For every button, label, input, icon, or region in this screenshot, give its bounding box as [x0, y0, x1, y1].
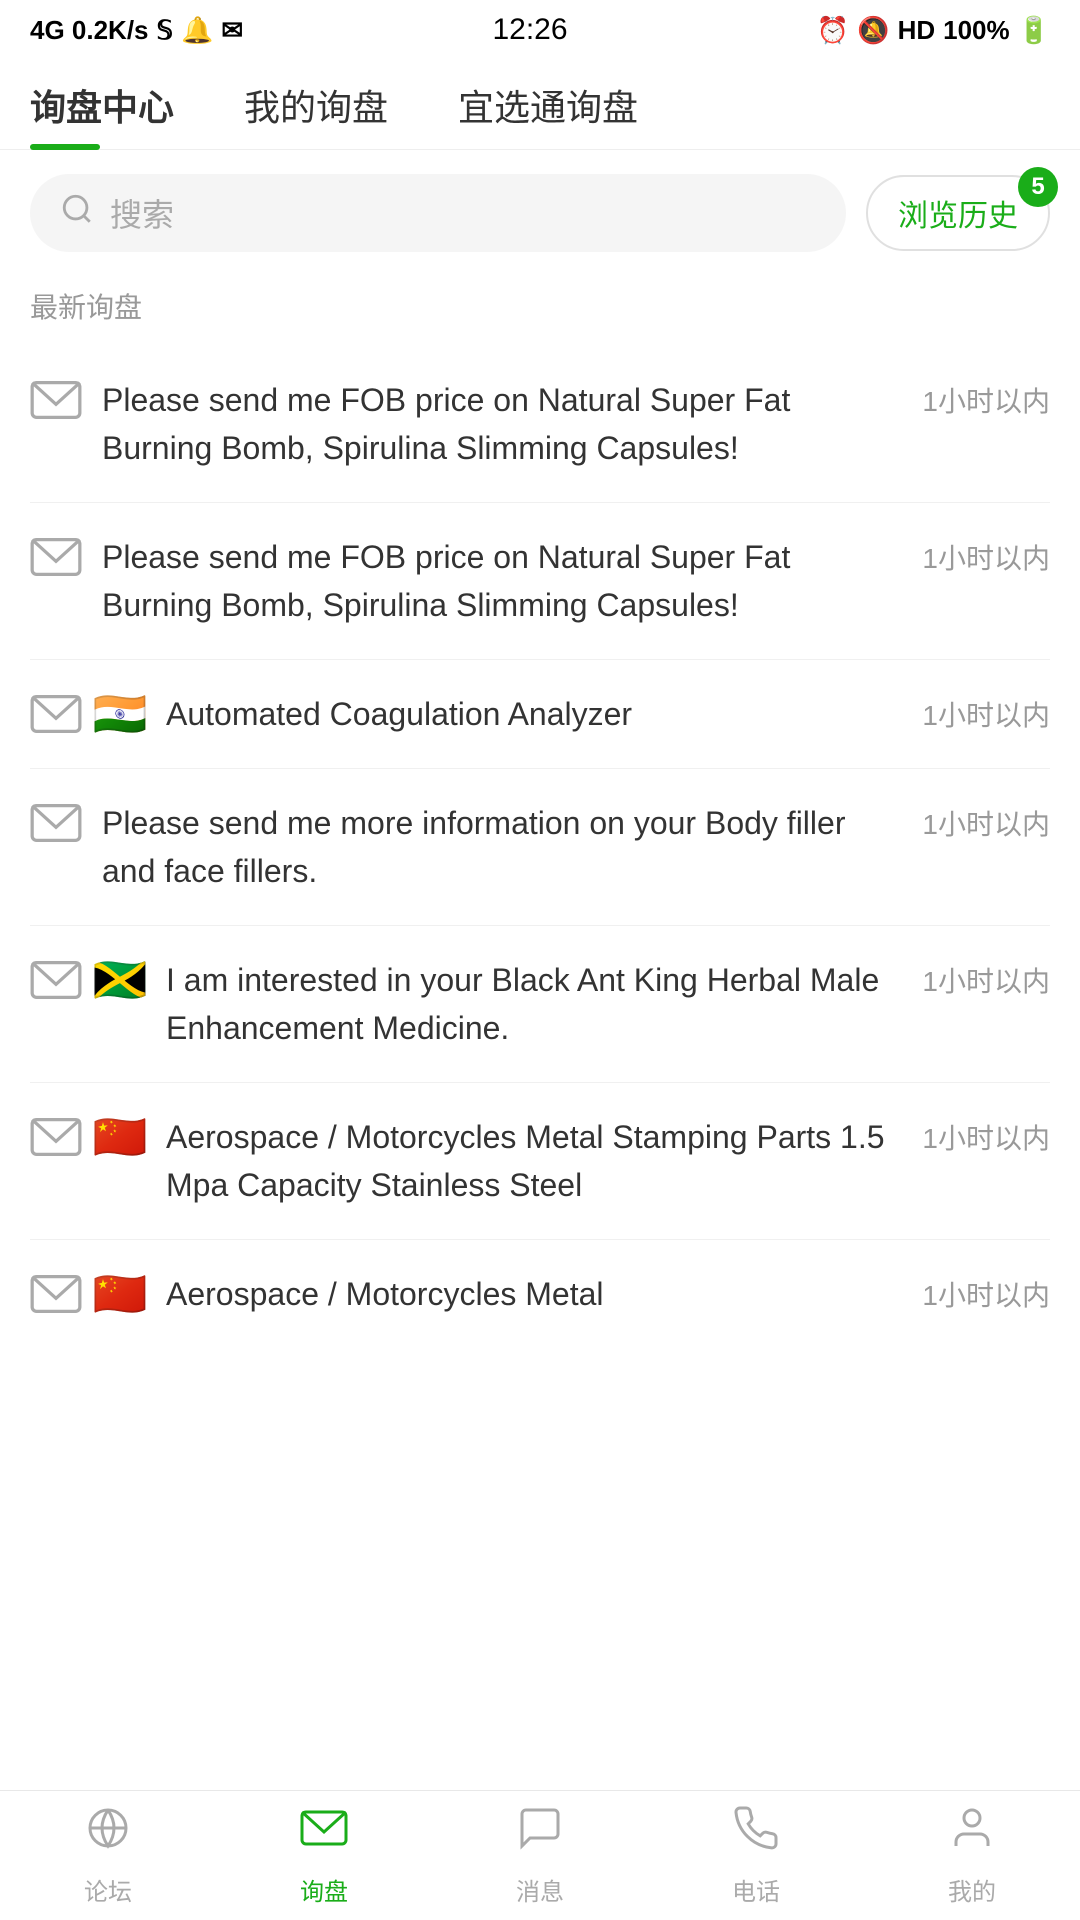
inquiry-item[interactable]: 🇮🇳 Automated Coagulation Analyzer 1小时以内: [30, 660, 1050, 769]
inquiry-content: Please send me more information on your …: [102, 799, 902, 895]
inquiry-content: Please send me FOB price on Natural Supe…: [102, 533, 902, 629]
status-right: ⏰ 🔕 HD 100% 🔋: [817, 15, 1050, 46]
icon-area: [30, 533, 82, 577]
battery-text: 100%: [943, 15, 1010, 46]
inquiry-text: Aerospace / Motorcycles Metal Stamping P…: [166, 1113, 902, 1209]
bottom-nav: 论坛 询盘 消息 电话 我的: [0, 1790, 1080, 1920]
icon-area: 🇨🇳: [30, 1270, 146, 1314]
tab-selected-inquiry[interactable]: 宜选通询盘: [458, 60, 668, 150]
inquiry-item[interactable]: 🇯🇲 I am interested in your Black Ant King…: [30, 926, 1050, 1083]
nav-label: 论坛: [84, 1872, 132, 1907]
mail-icon: [30, 694, 82, 734]
inquiry-time: 1小时以内: [922, 1113, 1050, 1157]
inquiry-item[interactable]: Please send me more information on your …: [30, 769, 1050, 926]
msg-icon: ✉: [221, 15, 243, 46]
inquiry-content: Automated Coagulation Analyzer: [166, 690, 902, 738]
search-area: 搜索 浏览历史 5: [0, 150, 1080, 276]
status-left: 4G 0.2K/s 𝕊 🔔 ✉: [30, 15, 243, 46]
inquiry-item[interactable]: Please send me FOB price on Natural Supe…: [30, 346, 1050, 503]
status-bar: 4G 0.2K/s 𝕊 🔔 ✉ 12:26 ⏰ 🔕 HD 100% 🔋: [0, 0, 1080, 60]
tab-inquiry-center[interactable]: 询盘中心: [30, 60, 204, 150]
hd-text: HD: [898, 15, 936, 46]
inquiry-content: Aerospace / Motorcycles Metal Stamping P…: [166, 1113, 902, 1209]
history-badge: 5: [1018, 167, 1058, 207]
inquiry-item[interactable]: Please send me FOB price on Natural Supe…: [30, 503, 1050, 660]
icon-area: 🇨🇳: [30, 1113, 146, 1157]
status-time: 12:26: [492, 13, 567, 47]
nav-label: 我的: [948, 1872, 996, 1907]
nav-item-询盘[interactable]: 询盘: [216, 1791, 432, 1920]
nav-item-我的[interactable]: 我的: [864, 1791, 1080, 1920]
signal-text: 4G 0.2K/s: [30, 15, 149, 46]
inquiry-time: 1小时以内: [922, 376, 1050, 420]
inquiry-time: 1小时以内: [922, 690, 1050, 734]
inquiry-time: 1小时以内: [922, 799, 1050, 843]
inquiry-item[interactable]: 🇨🇳 Aerospace / Motorcycles Metal Stamping…: [30, 1083, 1050, 1240]
mail-icon: [30, 1274, 82, 1314]
search-placeholder: 搜索: [110, 190, 174, 236]
nav-label: 消息: [516, 1872, 564, 1907]
inquiry-text: Please send me FOB price on Natural Supe…: [102, 533, 902, 629]
chat-icon: [516, 1804, 564, 1864]
inquiry-time: 1小时以内: [922, 533, 1050, 577]
search-icon: [60, 192, 94, 235]
search-box[interactable]: 搜索: [30, 174, 846, 252]
inquiry-content: Aerospace / Motorcycles Metal: [166, 1270, 902, 1318]
flag-icon: 🇨🇳: [94, 1274, 146, 1314]
user-icon: [948, 1804, 996, 1864]
mail-icon: [30, 537, 82, 577]
nav-item-论坛[interactable]: 论坛: [0, 1791, 216, 1920]
flag-icon: 🇨🇳: [94, 1117, 146, 1157]
inquiry-item[interactable]: 🇨🇳 Aerospace / Motorcycles Metal 1小时以内: [30, 1240, 1050, 1348]
tab-bar: 询盘中心 我的询盘 宜选通询盘: [0, 60, 1080, 150]
flag-icon: 🇯🇲: [94, 960, 146, 1000]
tab-my-inquiry[interactable]: 我的询盘: [244, 60, 418, 150]
content-area: Please send me FOB price on Natural Supe…: [0, 346, 1080, 1488]
battery-icon: 🔋: [1018, 15, 1050, 46]
inquiry-content: I am interested in your Black Ant King H…: [166, 956, 902, 1052]
mail-icon: [30, 803, 82, 843]
nav-label: 询盘: [300, 1872, 348, 1907]
section-label: 最新询盘: [0, 276, 1080, 346]
icon-area: [30, 376, 82, 420]
mail-icon: [300, 1804, 348, 1864]
icon-area: 🇮🇳: [30, 690, 146, 734]
icon-area: [30, 799, 82, 843]
icon-area: 🇯🇲: [30, 956, 146, 1000]
inquiry-time: 1小时以内: [922, 956, 1050, 1000]
s-icon: 𝕊: [157, 15, 174, 46]
inquiry-content: Please send me FOB price on Natural Supe…: [102, 376, 902, 472]
alarm-icon: ⏰: [817, 15, 849, 46]
mail-icon: [30, 380, 82, 420]
nav-item-电话[interactable]: 电话: [648, 1791, 864, 1920]
mail-icon: [30, 960, 82, 1000]
nav-item-消息[interactable]: 消息: [432, 1791, 648, 1920]
history-button[interactable]: 浏览历史 5: [866, 175, 1050, 251]
phone-icon: [732, 1804, 780, 1864]
inquiry-text: Please send me more information on your …: [102, 799, 902, 895]
mute-icon: 🔕: [857, 15, 889, 46]
mail-icon: [30, 1117, 82, 1157]
inquiry-text: I am interested in your Black Ant King H…: [166, 956, 902, 1052]
forum-icon: [84, 1804, 132, 1864]
flag-icon: 🇮🇳: [94, 694, 146, 734]
inquiry-text: Automated Coagulation Analyzer: [166, 690, 902, 738]
inquiry-text: Please send me FOB price on Natural Supe…: [102, 376, 902, 472]
inquiry-text: Aerospace / Motorcycles Metal: [166, 1270, 902, 1318]
nav-label: 电话: [732, 1872, 780, 1907]
bell-icon: 🔔: [181, 15, 213, 46]
inquiry-list: Please send me FOB price on Natural Supe…: [0, 346, 1080, 1348]
inquiry-time: 1小时以内: [922, 1270, 1050, 1314]
